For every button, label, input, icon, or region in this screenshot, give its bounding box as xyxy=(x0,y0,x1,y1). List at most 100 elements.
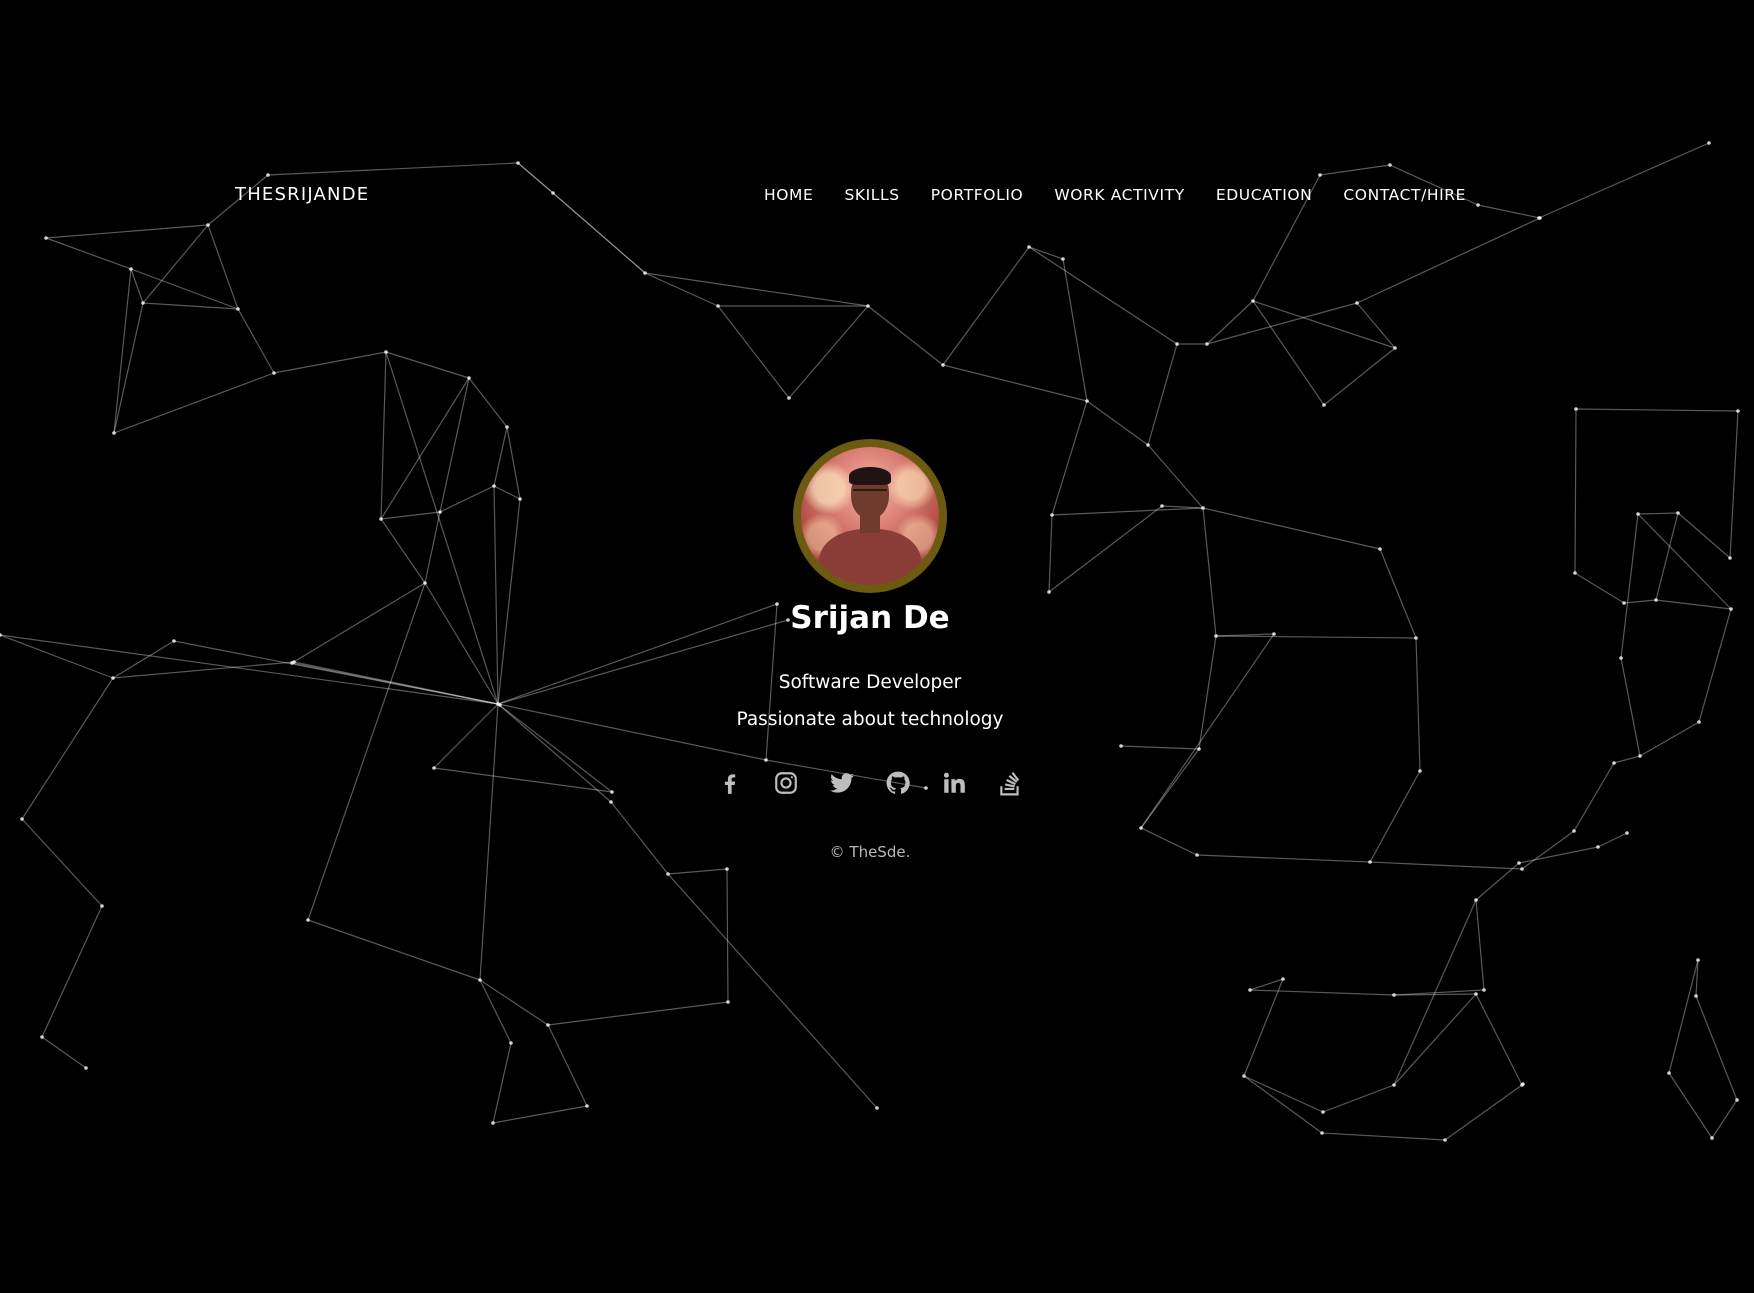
network-node xyxy=(379,517,383,521)
network-line xyxy=(207,224,239,310)
network-line xyxy=(1243,1075,1324,1113)
network-node xyxy=(1474,898,1478,902)
network-line xyxy=(1028,246,1178,345)
network-line xyxy=(45,224,209,239)
instagram-icon[interactable] xyxy=(773,770,799,796)
profile-tagline: Passionate about technology xyxy=(736,709,1004,730)
network-node xyxy=(1318,173,1322,177)
network-line xyxy=(45,237,132,270)
network-node xyxy=(1393,346,1397,350)
network-node xyxy=(1710,1136,1714,1140)
network-node xyxy=(1085,399,1089,403)
network-line xyxy=(0,634,499,705)
network-line xyxy=(468,377,508,428)
network-line xyxy=(1202,507,1381,550)
network-line xyxy=(1120,745,1200,750)
network-node xyxy=(266,173,270,177)
network-node xyxy=(1443,1138,1447,1142)
linkedin-icon[interactable] xyxy=(941,770,967,796)
network-line xyxy=(113,372,275,434)
network-node xyxy=(764,758,768,762)
network-node xyxy=(1388,163,1392,167)
network-line xyxy=(1668,959,1699,1074)
github-icon[interactable] xyxy=(885,770,911,796)
network-line xyxy=(726,868,729,1003)
nav-item-education[interactable]: EDUCATION xyxy=(1216,186,1313,204)
network-node xyxy=(129,267,133,271)
network-line xyxy=(1574,572,1625,604)
network-node xyxy=(1160,504,1164,508)
network-node xyxy=(1281,977,1285,981)
network-node xyxy=(1322,403,1326,407)
network-node xyxy=(505,425,509,429)
stackoverflow-icon[interactable] xyxy=(997,770,1023,796)
network-line xyxy=(1393,993,1477,1086)
facebook-icon[interactable] xyxy=(717,770,743,796)
network-node xyxy=(1355,301,1359,305)
network-node xyxy=(1392,993,1396,997)
network-node xyxy=(509,1041,513,1045)
network-node xyxy=(1636,512,1640,516)
network-line xyxy=(1243,978,1284,1077)
network-line xyxy=(867,305,944,366)
network-line xyxy=(1249,989,1395,996)
network-node xyxy=(551,191,555,195)
network-line xyxy=(1475,862,1520,901)
network-node xyxy=(787,396,791,400)
network-line xyxy=(439,377,470,513)
network-line xyxy=(380,518,426,584)
network-line xyxy=(1322,1084,1395,1113)
network-line xyxy=(1477,204,1541,219)
network-node xyxy=(546,1023,550,1027)
network-node xyxy=(1027,245,1031,249)
network-node xyxy=(1119,744,1123,748)
network-line xyxy=(644,272,869,307)
network-node xyxy=(40,1035,44,1039)
network-line xyxy=(1711,1099,1738,1139)
network-line xyxy=(1620,513,1639,659)
network-line xyxy=(1086,400,1149,446)
network-node xyxy=(172,639,176,643)
social-links xyxy=(0,770,1740,796)
network-node xyxy=(1139,826,1143,830)
network-line xyxy=(21,818,103,907)
network-line xyxy=(547,1024,588,1107)
network-line xyxy=(1243,1075,1323,1134)
network-line xyxy=(113,302,144,434)
network-line xyxy=(492,1042,512,1124)
main-nav: HOME SKILLS PORTFOLIO WORK ACTIVITY EDUC… xyxy=(764,186,1466,204)
nav-item-portfolio[interactable]: PORTFOLIO xyxy=(931,186,1024,204)
nav-item-work-activity[interactable]: WORK ACTIVITY xyxy=(1054,186,1185,204)
network-node xyxy=(1205,342,1209,346)
network-line xyxy=(1048,514,1053,593)
twitter-icon[interactable] xyxy=(829,770,855,796)
footer-copyright: © TheSde. xyxy=(829,843,911,861)
network-line xyxy=(1444,1084,1523,1141)
network-line xyxy=(667,868,728,875)
network-node xyxy=(866,304,870,308)
network-line xyxy=(1048,505,1163,593)
network-line xyxy=(1677,512,1731,559)
network-node xyxy=(112,431,116,435)
network-node xyxy=(491,1121,495,1125)
network-line xyxy=(237,308,275,374)
network-line xyxy=(1051,400,1088,516)
network-node xyxy=(1736,409,1740,413)
network-line xyxy=(380,377,470,520)
network-node xyxy=(643,271,647,275)
nav-item-home[interactable]: HOME xyxy=(764,186,813,204)
network-node xyxy=(1047,590,1051,594)
network-line xyxy=(493,426,508,487)
network-line xyxy=(1062,258,1088,402)
network-node xyxy=(1667,1071,1671,1075)
nav-item-contact-hire[interactable]: CONTACT/HIRE xyxy=(1343,186,1466,204)
network-line xyxy=(1393,899,1477,1086)
network-node xyxy=(1414,636,1418,640)
avatar xyxy=(793,439,947,593)
nav-item-skills[interactable]: SKILLS xyxy=(844,186,899,204)
network-node xyxy=(1050,513,1054,517)
network-node xyxy=(1728,556,1732,560)
network-node xyxy=(1251,299,1255,303)
brand-logo[interactable]: THESRIJANDE xyxy=(235,184,369,205)
network-node xyxy=(1696,958,1700,962)
